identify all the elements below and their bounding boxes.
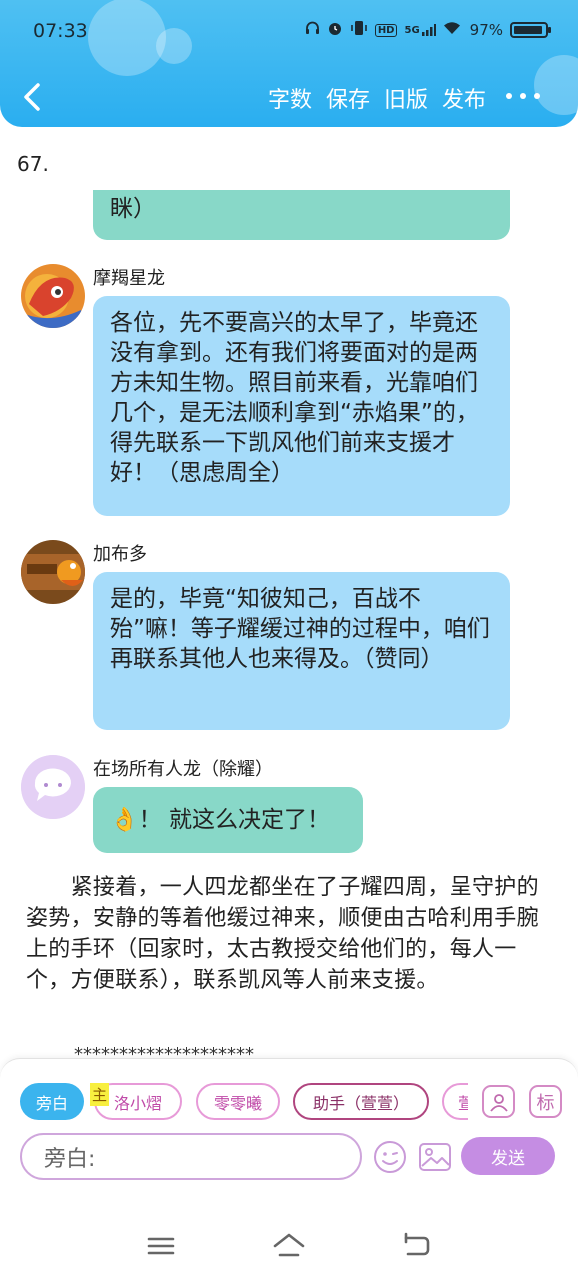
chat-bubble-avatar-icon — [21, 755, 85, 819]
avatar[interactable] — [21, 755, 85, 819]
dragon-avatar-icon — [21, 540, 85, 604]
person-icon — [489, 1093, 508, 1112]
wifi-icon — [443, 21, 461, 39]
home-icon — [273, 1233, 305, 1257]
status-bar: 07:33 HD 5G 97% — [0, 0, 578, 64]
image-button[interactable] — [418, 1140, 451, 1173]
role-chip-assistant[interactable]: 助手（萱萱） — [293, 1083, 429, 1120]
battery-percent: 97% — [469, 21, 503, 39]
menu-button[interactable] — [144, 1231, 178, 1261]
send-button-label: 发送 — [491, 1148, 525, 1169]
role-chip-label: 旁白 — [35, 1093, 68, 1113]
save-button[interactable]: 保存 — [326, 82, 370, 114]
alarm-icon — [327, 20, 343, 40]
role-chip-label: 零零曦 — [213, 1093, 262, 1113]
speaker-name: 加布多 — [93, 544, 147, 565]
message-text: 眯） — [110, 196, 156, 222]
home-button[interactable] — [272, 1231, 306, 1261]
smiley-icon — [374, 1141, 406, 1173]
role-chip-narrator[interactable]: 旁白 — [20, 1083, 84, 1120]
message-text: 各位，先不要高兴的太早了，毕竟还没有拿到。还有我们将要面对的是两方未知生物。照目… — [110, 310, 479, 486]
send-button[interactable]: 发送 — [461, 1137, 555, 1175]
avatar[interactable] — [21, 264, 85, 328]
message-bubble[interactable]: 各位，先不要高兴的太早了，毕竟还没有拿到。还有我们将要面对的是两方未知生物。照目… — [93, 296, 510, 516]
vibrate-icon — [350, 20, 368, 40]
status-icons: HD 5G 97% — [305, 20, 551, 40]
old-version-button[interactable]: 旧版 — [384, 82, 428, 114]
role-chip-label: 萱 — [458, 1093, 468, 1113]
status-time: 07:33 — [33, 20, 88, 42]
hd-badge: HD — [374, 23, 398, 37]
back-nav-button[interactable] — [400, 1231, 434, 1261]
back-arrow-icon — [404, 1232, 430, 1256]
character-manage-button[interactable] — [482, 1085, 515, 1118]
battery-icon — [510, 22, 551, 38]
main-role-tag: 主 — [90, 1083, 110, 1106]
image-icon — [419, 1143, 451, 1171]
dot-icon — [506, 93, 512, 99]
tag-button-label: 标 — [536, 1092, 555, 1114]
network-label: 5G — [404, 25, 420, 36]
nav-actions: 字数 保存 旧版 发布 — [268, 82, 486, 114]
dot-icon — [520, 93, 526, 99]
chapter-number: 67. — [17, 152, 49, 176]
top-header: 07:33 HD 5G 97% 字数 保存 旧版 发布 — [0, 0, 578, 127]
dot-icon — [534, 93, 540, 99]
word-count-button[interactable]: 字数 — [268, 82, 312, 114]
network-indicator: 5G — [404, 24, 436, 36]
emoji-button[interactable] — [373, 1140, 406, 1173]
system-navigation-bar — [0, 1215, 578, 1280]
role-selector: 旁白 洛小熠 主 零零曦 助手（萱萱） 萱 — [20, 1083, 468, 1123]
tag-button[interactable]: 标 — [529, 1085, 562, 1118]
publish-button[interactable]: 发布 — [442, 82, 486, 114]
dragon-avatar-icon — [21, 264, 85, 328]
message-bubble[interactable]: 眯） — [93, 190, 510, 240]
role-chip-lingling-xi[interactable]: 零零曦 — [196, 1083, 280, 1120]
input-placeholder: 旁白: — [44, 1146, 96, 1172]
speaker-name: 在场所有人龙（除耀） — [93, 759, 273, 780]
signal-icon — [421, 24, 436, 36]
back-button[interactable] — [18, 80, 50, 114]
message-text: 👌！ 就这么决定了！ — [110, 807, 330, 833]
message-bubble[interactable]: 是的，毕竟“知彼知己，百战不殆”嘛！等子耀缓过神的过程中，咱们再联系其他人也来得… — [93, 572, 510, 730]
avatar[interactable] — [21, 540, 85, 604]
more-options-button[interactable] — [506, 84, 540, 108]
narration-text: 紧接着，一人四龙都坐在了子耀四周，呈守护的姿势，安静的等着他缓过神来，顺便由古哈… — [26, 875, 539, 993]
menu-icon — [147, 1237, 175, 1255]
headphones-icon — [305, 21, 320, 40]
role-chip-xuan[interactable]: 萱 — [442, 1083, 468, 1120]
message-text: 是的，毕竟“知彼知己，百战不殆”嘛！等子耀缓过神的过程中，咱们再联系其他人也来得… — [110, 586, 490, 672]
nav-bar: 字数 保存 旧版 发布 — [0, 72, 578, 122]
role-chip-label: 助手（萱萱） — [312, 1093, 409, 1113]
speaker-name: 摩羯星龙 — [93, 268, 165, 289]
message-bubble[interactable]: 👌！ 就这么决定了！ — [93, 787, 363, 853]
chevron-left-icon — [24, 83, 40, 111]
message-input[interactable]: 旁白: — [20, 1133, 362, 1180]
role-chip-label: 洛小熠 — [113, 1093, 162, 1113]
